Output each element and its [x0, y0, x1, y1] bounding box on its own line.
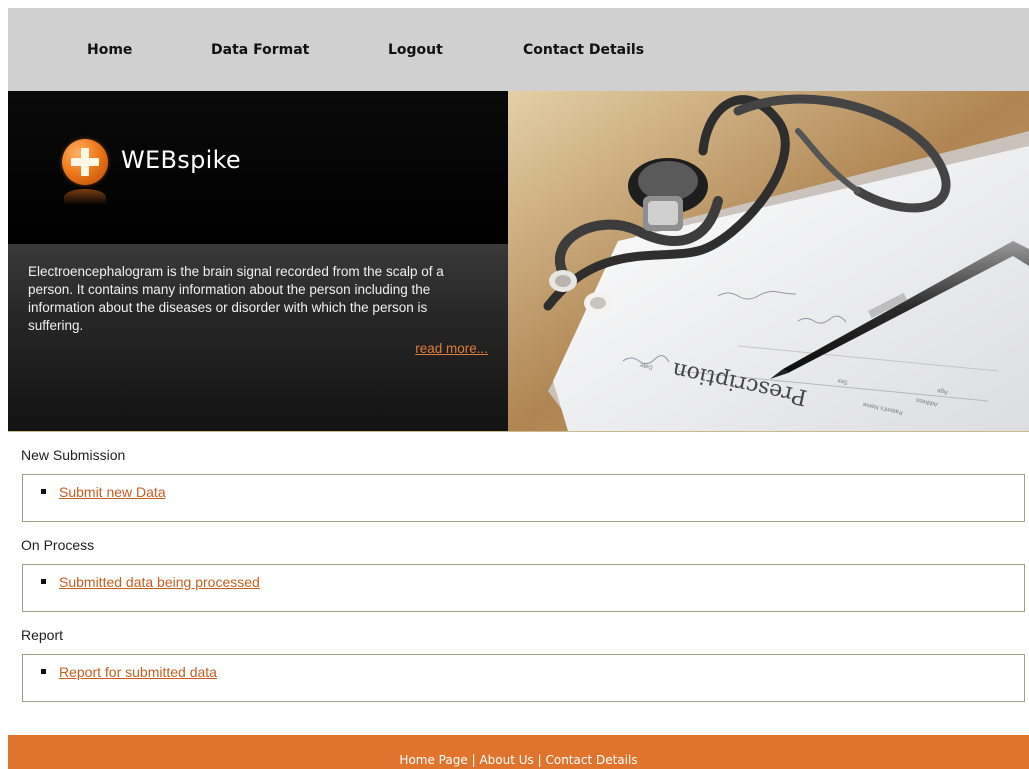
list-item: Report for submitted data: [41, 664, 217, 680]
section-box-new-submission: Submit new Data: [22, 474, 1025, 522]
footer-home-page-link[interactable]: Home Page: [399, 753, 467, 767]
list-item: Submitted data being processed: [41, 574, 260, 590]
submit-new-data-link[interactable]: Submit new Data: [59, 484, 166, 500]
logo-reflection: [64, 189, 106, 205]
top-nav: Home Data Format Logout Contact Details: [8, 8, 1029, 91]
hero-description-area: Electroencephalogram is the brain signal…: [8, 244, 508, 431]
bullet-icon: [41, 668, 46, 674]
hero-description: Electroencephalogram is the brain signal…: [28, 264, 444, 333]
read-more-link[interactable]: read more...: [415, 341, 488, 356]
submitted-data-processing-link[interactable]: Submitted data being processed: [59, 574, 260, 590]
section-title-report: Report: [21, 627, 64, 643]
footer-contact-details-link[interactable]: Contact Details: [545, 753, 637, 767]
main-content: New Submission Submit new Data On Proces…: [8, 447, 1029, 702]
hero-text-panel: WEBspike Electroencephalogram is the bra…: [8, 91, 508, 431]
stethoscope-prescription-photo: Prescription Patient's Name Address Age …: [508, 91, 1029, 431]
hero-photo-illustration: Prescription Patient's Name Address Age …: [508, 91, 1029, 431]
footer-separator: |: [537, 753, 542, 767]
footer-separator: |: [471, 753, 476, 767]
nav-home-link[interactable]: Home: [87, 42, 211, 58]
nav-logout-link[interactable]: Logout: [388, 42, 523, 58]
bullet-icon: [41, 488, 46, 494]
nav-contact-details-link[interactable]: Contact Details: [523, 42, 644, 58]
section-title-new-submission: New Submission: [21, 447, 126, 463]
section-box-report: Report for submitted data: [22, 654, 1025, 702]
section-title-on-process: On Process: [21, 537, 95, 553]
footer: Home Page | About Us | Contact Details: [8, 735, 1029, 769]
list-item: Submit new Data: [41, 484, 166, 500]
section-box-on-process: Submitted data being processed: [22, 564, 1025, 612]
report-submitted-data-link[interactable]: Report for submitted data: [59, 664, 217, 680]
site-logo-text: WEBspike: [121, 146, 241, 174]
nav-data-format-link[interactable]: Data Format: [211, 42, 388, 58]
page: Home Data Format Logout Contact Details …: [8, 8, 1029, 769]
footer-about-us-link[interactable]: About Us: [479, 753, 533, 767]
logo-area: WEBspike: [8, 91, 508, 244]
plus-logo-icon: [62, 139, 108, 185]
bullet-icon: [41, 578, 46, 584]
hero-banner: WEBspike Electroencephalogram is the bra…: [8, 91, 1029, 432]
